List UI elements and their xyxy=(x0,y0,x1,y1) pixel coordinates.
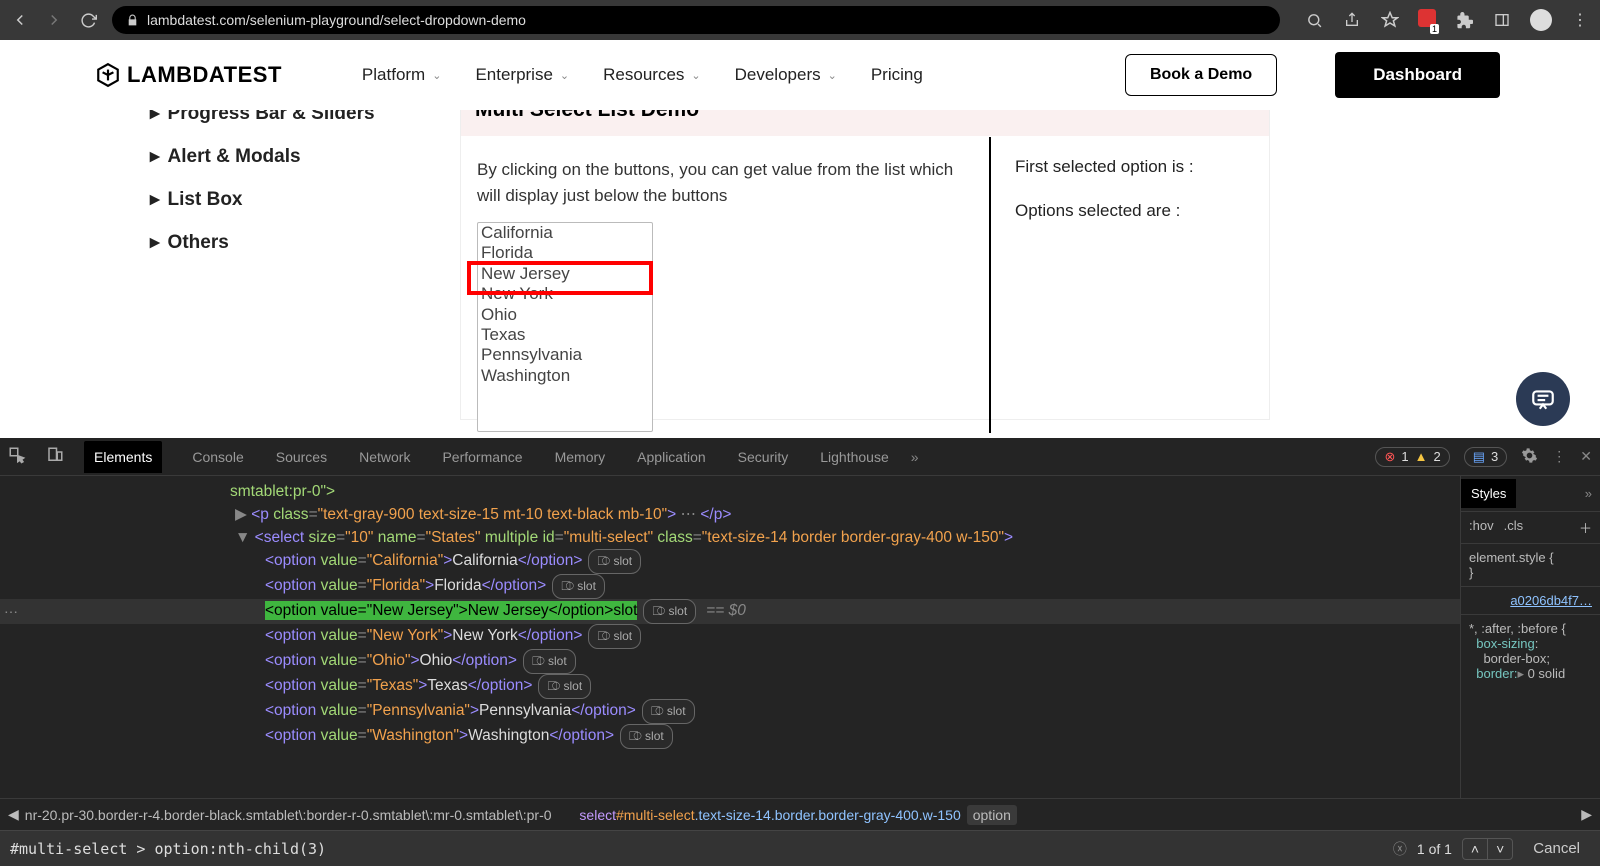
dom-option-line[interactable]: <option value="California">California</o… xyxy=(0,549,1460,574)
state-option[interactable]: Washington xyxy=(478,366,652,386)
messages-badge[interactable]: ▤3 xyxy=(1464,447,1508,467)
state-option[interactable]: Texas xyxy=(478,325,652,345)
state-option[interactable]: Ohio xyxy=(478,305,652,325)
stylesheet-link[interactable]: a0206db4f7… xyxy=(1461,587,1600,615)
settings-icon[interactable] xyxy=(1521,447,1538,467)
find-count: 1 of 1 xyxy=(1417,841,1452,857)
options-selected-label: Options selected are : xyxy=(1015,201,1194,221)
state-option[interactable]: New Jersey xyxy=(478,264,652,284)
demo-sidebar: ▸Progress Bar & Sliders▸Alert & Modals▸L… xyxy=(150,110,460,438)
logo-text: LAMBDATEST xyxy=(127,62,282,88)
extension-abp-icon[interactable]: 1 xyxy=(1418,9,1436,32)
chat-fab[interactable] xyxy=(1516,372,1570,426)
sidebar-item[interactable]: ▸Alert & Modals xyxy=(150,135,460,178)
state-option[interactable]: Florida xyxy=(478,243,652,263)
star-icon[interactable] xyxy=(1380,10,1400,30)
devtools-tab-elements[interactable]: Elements xyxy=(84,441,162,473)
nav-resources[interactable]: Resources ⌄ xyxy=(603,65,700,85)
nav-pricing[interactable]: Pricing xyxy=(871,65,923,85)
menu-icon[interactable]: ⋮ xyxy=(1570,10,1590,30)
share-icon[interactable] xyxy=(1342,10,1362,30)
devtools-tabbar: Elements Console Sources Network Performance… xyxy=(0,438,1600,476)
cls-toggle[interactable]: .cls xyxy=(1504,518,1524,537)
styles-panel: Styles» :hov.cls＋ element.style {} a0206… xyxy=(1460,476,1600,798)
devtools-tab-memory[interactable]: Memory xyxy=(553,449,608,465)
dom-breadcrumb[interactable]: ◀ nr-20.pr-30.border-r-4.border-black.sm… xyxy=(0,798,1600,830)
dom-option-line[interactable]: <option value="New York">New York</optio… xyxy=(0,624,1460,649)
devtools-panel: Elements Console Sources Network Performance… xyxy=(0,438,1600,866)
zoom-icon[interactable] xyxy=(1304,10,1324,30)
demo-card: Multi Select List Demo By clicking on th… xyxy=(460,110,1270,420)
dashboard-button[interactable]: Dashboard xyxy=(1335,52,1500,98)
device-icon[interactable] xyxy=(46,446,64,467)
more-tabs-icon[interactable]: » xyxy=(911,449,919,465)
nav-developers[interactable]: Developers ⌄ xyxy=(735,65,837,85)
first-selected-label: First selected option is : xyxy=(1015,157,1194,177)
find-prev-icon[interactable]: ˄ xyxy=(1463,839,1488,859)
inspect-icon[interactable] xyxy=(8,446,26,467)
sidebar-item[interactable]: ▸Progress Bar & Sliders xyxy=(150,110,460,135)
browser-toolbar: lambdatest.com/selenium-playground/selec… xyxy=(0,0,1600,40)
dom-option-line[interactable]: <option value="Ohio">Ohio</option>⎄ slot xyxy=(0,649,1460,674)
elements-tree[interactable]: smtablet:pr-0"> ▶ <p class="text-gray-90… xyxy=(0,476,1460,798)
clear-find-icon[interactable]: ⓧ xyxy=(1393,839,1407,859)
back-icon[interactable] xyxy=(10,10,30,30)
lock-icon xyxy=(126,14,139,27)
devtools-tab-application[interactable]: Application xyxy=(635,449,708,465)
reload-icon[interactable] xyxy=(78,10,98,30)
more-subtabs-icon[interactable]: » xyxy=(1577,486,1600,501)
dom-option-line[interactable]: <option value="Florida">Florida</option>… xyxy=(0,574,1460,599)
sidebar-item[interactable]: ▸List Box xyxy=(150,178,460,221)
states-multiselect[interactable]: CaliforniaFloridaNew JerseyNew YorkOhioT… xyxy=(477,222,653,432)
book-demo-button[interactable]: Book a Demo xyxy=(1125,54,1277,96)
extensions-icon[interactable] xyxy=(1454,10,1474,30)
forward-icon[interactable] xyxy=(44,10,64,30)
find-input[interactable] xyxy=(10,840,1383,858)
devtools-tab-console[interactable]: Console xyxy=(190,449,245,465)
dom-option-line[interactable]: <option value="Washington">Washington</o… xyxy=(0,724,1460,749)
site-header: LAMBDATEST Platform ⌄ Enterprise ⌄ Resourc… xyxy=(0,40,1600,110)
breadcrumb-prev-icon[interactable]: ◀ xyxy=(8,806,19,823)
url-text: lambdatest.com/selenium-playground/selec… xyxy=(147,12,526,28)
dom-option-line[interactable]: ⋯<option value="New Jersey">New Jersey</… xyxy=(0,599,1460,624)
devtools-tab-security[interactable]: Security xyxy=(736,449,791,465)
state-option[interactable]: California xyxy=(478,223,652,243)
nav-enterprise[interactable]: Enterprise ⌄ xyxy=(475,65,569,85)
close-devtools-icon[interactable]: ✕ xyxy=(1580,448,1592,465)
devtools-tab-lighthouse[interactable]: Lighthouse xyxy=(818,449,891,465)
add-rule-icon[interactable]: ＋ xyxy=(1579,518,1592,537)
state-option[interactable]: New York xyxy=(478,284,652,304)
dom-option-line[interactable]: <option value="Pennsylvania">Pennsylvani… xyxy=(0,699,1460,724)
page-content: ▸Progress Bar & Sliders▸Alert & Modals▸L… xyxy=(0,110,1600,438)
address-bar[interactable]: lambdatest.com/selenium-playground/selec… xyxy=(112,6,1280,34)
demo-description: By clicking on the buttons, you can get … xyxy=(477,157,973,208)
find-cancel-button[interactable]: Cancel xyxy=(1523,836,1590,861)
hov-toggle[interactable]: :hov xyxy=(1469,518,1494,537)
devtools-tab-performance[interactable]: Performance xyxy=(440,449,524,465)
breadcrumb-next-icon[interactable]: ▶ xyxy=(1581,806,1592,823)
devtools-tab-network[interactable]: Network xyxy=(357,449,412,465)
styles-tab[interactable]: Styles xyxy=(1461,479,1516,508)
state-option[interactable]: Pennsylvania xyxy=(478,345,652,365)
panel-icon[interactable] xyxy=(1492,10,1512,30)
profile-avatar[interactable] xyxy=(1530,9,1552,31)
error-warn-badge[interactable]: ⊗1▲2 xyxy=(1375,447,1449,467)
find-next-icon[interactable]: ˅ xyxy=(1488,839,1512,859)
logo[interactable]: LAMBDATEST xyxy=(95,62,282,88)
card-title: Multi Select List Demo xyxy=(461,110,1269,136)
devtools-tab-sources[interactable]: Sources xyxy=(274,449,329,465)
nav-platform[interactable]: Platform ⌄ xyxy=(362,65,442,85)
kebab-icon[interactable]: ⋮ xyxy=(1552,448,1566,465)
dom-option-line[interactable]: <option value="Texas">Texas</option>⎄ sl… xyxy=(0,674,1460,699)
find-bar: ⓧ 1 of 1 ˄˅ Cancel xyxy=(0,830,1600,866)
sidebar-item[interactable]: ▸Others xyxy=(150,221,460,264)
